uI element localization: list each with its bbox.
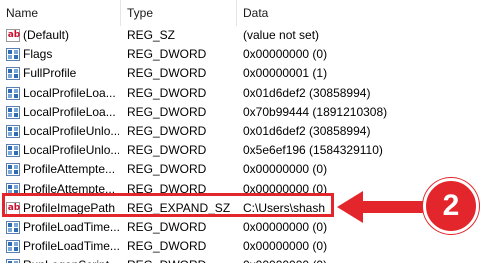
binary-value-icon <box>6 124 20 138</box>
value-data: 0x00000000 (0) <box>243 239 328 254</box>
value-name: Flags <box>23 47 53 62</box>
binary-value-icon <box>6 144 20 158</box>
registry-values-pane: Name Type Data ab (Default) REG_SZ (value n… <box>0 0 504 263</box>
value-name: FullProfile <box>23 66 77 81</box>
binary-value-icon <box>6 220 20 234</box>
value-name: ProfileLoadTime... <box>23 239 119 254</box>
value-data: 0x00000000 (0) <box>243 162 328 177</box>
binary-value-icon <box>6 105 20 119</box>
value-name: ProfileAttempte... <box>23 181 116 196</box>
value-type: REG_DWORD <box>127 104 207 119</box>
value-type: REG_DWORD <box>127 219 207 234</box>
binary-value-icon <box>6 163 20 177</box>
binary-value-icon <box>6 182 20 196</box>
registry-value-row[interactable]: FullProfile REG_DWORD 0x00000001 (1) <box>0 64 504 83</box>
registry-value-row[interactable]: LocalProfileUnlo... REG_DWORD 0x5e6ef196 (… <box>0 141 504 160</box>
value-name: LocalProfileUnlo... <box>23 123 119 138</box>
value-name: ProfileLoadTime... <box>23 219 119 234</box>
value-data: 0x00000000 (0) <box>243 47 328 62</box>
value-type: REG_DWORD <box>127 123 207 138</box>
binary-value-icon <box>6 259 20 263</box>
registry-value-row[interactable]: RunLogonScript... REG_DWORD 0x00000000 (0) <box>0 256 504 263</box>
values-list: ab (Default) REG_SZ (value not set) Flags REG… <box>0 26 504 263</box>
string-value-icon: ab <box>6 29 21 42</box>
value-type: REG_DWORD <box>127 85 207 100</box>
value-name: RunLogonScript... <box>23 256 119 263</box>
column-header-type[interactable]: Type <box>121 0 236 26</box>
column-header-name[interactable]: Name <box>0 0 120 26</box>
binary-value-icon <box>6 86 20 100</box>
value-type: REG_EXPAND_SZ <box>127 200 231 215</box>
value-name: LocalProfileLoa... <box>23 85 116 100</box>
string-value-icon: ab <box>6 201 21 215</box>
value-data: 0x00000001 (1) <box>243 66 328 81</box>
registry-value-row[interactable]: Flags REG_DWORD 0x00000000 (0) <box>0 45 504 64</box>
registry-value-row[interactable]: ProfileAttempte... REG_DWORD 0x00000000 (0… <box>0 160 504 179</box>
binary-value-icon <box>6 240 20 254</box>
value-name: ProfileAttempte... <box>23 162 116 177</box>
value-type: REG_DWORD <box>127 47 207 62</box>
value-data: 0x01d6def2 (30858994) <box>243 85 371 100</box>
value-type: REG_DWORD <box>127 256 235 263</box>
registry-value-row[interactable]: ProfileLoadTime... REG_DWORD 0x00000000 (0… <box>0 237 504 256</box>
value-data: 0x70b99444 (1891210308) <box>243 104 388 119</box>
value-name: (Default) <box>23 28 70 42</box>
registry-value-row[interactable]: ab (Default) REG_SZ (value not set) <box>0 26 504 45</box>
value-type: REG_SZ <box>127 28 176 42</box>
pointer-arrow-icon <box>337 191 433 223</box>
value-data: (value not set) <box>243 28 320 42</box>
value-type: REG_DWORD <box>127 143 207 158</box>
binary-value-icon <box>6 67 20 81</box>
value-type: REG_DWORD <box>127 162 207 177</box>
value-data: 0x01d6def2 (30858994) <box>243 123 371 138</box>
registry-value-row[interactable]: LocalProfileUnlo... REG_DWORD 0x01d6def2 (… <box>0 122 504 141</box>
registry-value-row[interactable]: LocalProfileLoa... REG_DWORD 0x01d6def2 (3… <box>0 84 504 103</box>
value-type: REG_DWORD <box>127 66 207 81</box>
value-name: LocalProfileLoa... <box>23 104 116 119</box>
column-header-bar: Name Type Data <box>0 0 504 26</box>
step-number-badge: 2 <box>423 178 479 234</box>
value-type: REG_DWORD <box>127 239 207 254</box>
value-data: 0x00000000 (0) <box>243 256 503 263</box>
value-type: REG_DWORD <box>127 181 207 196</box>
value-name: LocalProfileUnlo... <box>23 143 119 158</box>
registry-value-row[interactable]: LocalProfileLoa... REG_DWORD 0x70b99444 (1… <box>0 103 504 122</box>
value-data: 0x5e6ef196 (1584329110) <box>243 143 383 158</box>
column-header-data[interactable]: Data <box>237 0 504 26</box>
binary-value-icon <box>6 48 20 62</box>
value-name: ProfileImagePath <box>23 200 116 215</box>
